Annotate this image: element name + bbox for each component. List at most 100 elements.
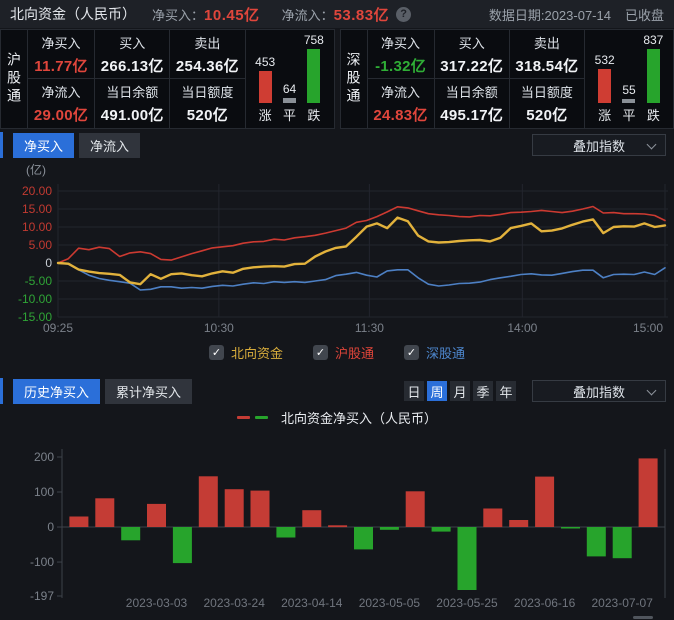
svg-text:11:30: 11:30 xyxy=(355,321,384,335)
decline-label: 跌 xyxy=(647,105,660,124)
stat-value: -1.32亿 xyxy=(375,55,426,76)
stat-value: 520亿 xyxy=(187,104,228,125)
svg-text:-10.00: -10.00 xyxy=(18,292,52,306)
decline-count: 837 xyxy=(643,33,663,47)
legend-label: 北向资金 xyxy=(231,343,283,362)
history-bar[interactable] xyxy=(406,491,425,527)
svg-text:2023-03-03: 2023-03-03 xyxy=(126,596,188,610)
stat-label: 当日余额 xyxy=(446,82,498,101)
advance-stat: 532涨 xyxy=(595,53,615,124)
stat-label: 买入 xyxy=(459,33,485,52)
panel-shenzhen-connect: 深股通 净买入-1.32亿 买入317.22亿 卖出318.54亿 净流入24.… xyxy=(340,29,674,129)
history-bar[interactable] xyxy=(302,510,321,527)
stat-label: 净买入 xyxy=(381,33,420,52)
stat-cell: 当日余额491.00亿 xyxy=(95,79,170,128)
flat-label: 平 xyxy=(622,105,635,124)
history-bar[interactable] xyxy=(380,527,399,530)
advance-stat: 453涨 xyxy=(255,55,275,124)
legend-toggle-shenzhen[interactable]: 深股通 xyxy=(404,343,465,362)
period-week-button[interactable]: 周 xyxy=(427,381,447,401)
svg-text:10:30: 10:30 xyxy=(204,321,234,335)
flat-count: 64 xyxy=(283,82,296,96)
header-net-inflow: 净流入： 53.83亿 xyxy=(282,4,412,25)
tab-net-buy[interactable]: 净买入 xyxy=(13,133,74,158)
history-bar[interactable] xyxy=(121,527,140,540)
overlay-index-select[interactable]: 叠加指数 xyxy=(532,134,666,156)
positive-dash-icon xyxy=(237,416,250,419)
tab-history-net-buy[interactable]: 历史净买入 xyxy=(13,379,100,404)
checkbox-checked-icon[interactable] xyxy=(313,345,328,360)
stat-cell: 卖出 318.54亿 xyxy=(510,30,585,79)
history-bar[interactable] xyxy=(535,477,554,527)
stat-label: 净流入 xyxy=(381,82,420,101)
overlay-index-label: 叠加指数 xyxy=(573,136,625,155)
stat-label: 净买入 xyxy=(42,33,81,52)
tab-net-inflow[interactable]: 净流入 xyxy=(79,133,140,158)
svg-text:2023-05-05: 2023-05-05 xyxy=(359,596,421,610)
connect-panels: 沪股通 净买入11.77亿 买入266.13亿 卖出254.36亿 净流入29.… xyxy=(0,28,674,132)
history-bar[interactable] xyxy=(95,498,114,527)
period-year-button[interactable]: 年 xyxy=(496,381,516,401)
decline-label: 跌 xyxy=(307,105,320,124)
svg-text:-100: -100 xyxy=(30,555,54,569)
horizontal-scrollbar[interactable] xyxy=(633,616,653,619)
history-bar[interactable] xyxy=(509,520,528,527)
history-bar[interactable] xyxy=(251,491,270,527)
history-bar[interactable] xyxy=(354,527,373,549)
bar-chart-legend: 北向资金净买入（人民币） xyxy=(0,404,674,430)
history-bar[interactable] xyxy=(225,489,244,527)
overlay-index-select[interactable]: 叠加指数 xyxy=(532,380,666,402)
history-bar[interactable] xyxy=(147,504,166,527)
intraday-line-chart: 09:2510:3011:3014:0015:0020.0015.0010.00… xyxy=(0,158,674,338)
svg-text:-5.00: -5.00 xyxy=(25,274,53,288)
legend-toggle-northbound[interactable]: 北向资金 xyxy=(209,343,283,362)
history-bar[interactable] xyxy=(328,525,347,527)
history-bar[interactable] xyxy=(483,509,502,528)
net-inflow-label: 净流入： xyxy=(282,5,334,24)
period-day-button[interactable]: 日 xyxy=(404,381,424,401)
line-chart-legend: 北向资金 沪股通 深股通 xyxy=(0,338,674,366)
stat-value: 491.00亿 xyxy=(101,104,164,125)
history-bar[interactable] xyxy=(561,527,580,529)
help-icon[interactable] xyxy=(396,7,411,22)
period-quarter-button[interactable]: 季 xyxy=(473,381,493,401)
history-bar[interactable] xyxy=(458,527,477,590)
history-bar[interactable] xyxy=(276,527,295,538)
stat-value: 24.83亿 xyxy=(373,104,427,125)
history-bar[interactable] xyxy=(639,458,658,527)
svg-text:-197: -197 xyxy=(30,589,54,603)
history-bar[interactable] xyxy=(613,527,632,558)
stat-label: 当日额度 xyxy=(521,82,573,101)
period-month-button[interactable]: 月 xyxy=(450,381,470,401)
history-bar[interactable] xyxy=(173,527,192,563)
flat-bar xyxy=(283,98,296,103)
net-buy-value: 10.45亿 xyxy=(204,4,260,25)
history-bar[interactable] xyxy=(199,476,218,527)
decline-count: 758 xyxy=(304,33,324,47)
stat-label: 卖出 xyxy=(534,33,560,52)
legend-toggle-shanghai[interactable]: 沪股通 xyxy=(313,343,374,362)
svg-text:0: 0 xyxy=(47,520,54,534)
flat-stat: 64 平 xyxy=(283,82,296,124)
flat-bar xyxy=(622,99,635,103)
legend-label: 沪股通 xyxy=(335,343,374,362)
stat-value: 318.54亿 xyxy=(515,55,578,76)
stat-cell: 买入266.13亿 xyxy=(95,30,170,79)
history-bar[interactable] xyxy=(69,517,88,528)
checkbox-checked-icon[interactable] xyxy=(209,345,224,360)
history-bar-chart: 2001000-100-1972023-03-032023-03-242023-… xyxy=(0,430,674,620)
checkbox-checked-icon[interactable] xyxy=(404,345,419,360)
history-bar[interactable] xyxy=(432,527,451,532)
svg-text:(亿): (亿) xyxy=(26,162,46,177)
history-bar[interactable] xyxy=(587,527,606,556)
stat-value: 266.13亿 xyxy=(101,55,164,76)
flat-label: 平 xyxy=(283,105,296,124)
decline-stat: 758 跌 xyxy=(304,33,324,124)
stat-cell: 净买入11.77亿 xyxy=(28,30,95,79)
tab-cumulative-net-buy[interactable]: 累计净买入 xyxy=(105,379,192,404)
data-date: 数据日期:2023-07-14 xyxy=(489,5,611,24)
advance-label: 涨 xyxy=(598,105,611,124)
net-buy-label: 净买入： xyxy=(152,5,204,24)
svg-text:0: 0 xyxy=(45,256,52,270)
stat-label: 当日额度 xyxy=(181,82,233,101)
